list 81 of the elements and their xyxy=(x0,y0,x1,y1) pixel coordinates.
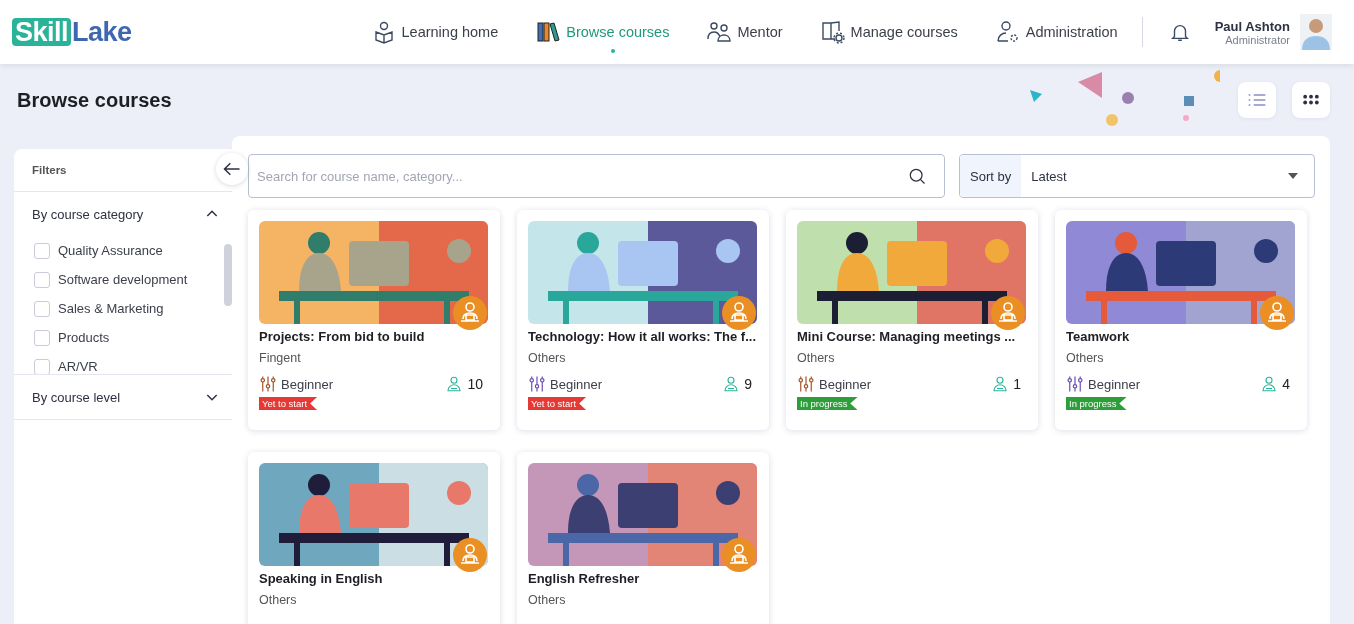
status-ribbon: In progress xyxy=(797,397,858,410)
instructor-led-icon xyxy=(991,296,1025,330)
checkbox-label: Sales & Marketing xyxy=(58,301,164,316)
course-card[interactable]: Technology: How it all works: The f... Others Beginner 9 Yet to start xyxy=(517,210,769,430)
sliders-icon xyxy=(797,375,815,393)
course-title: Mini Course: Managing meetings ... xyxy=(797,329,1017,344)
logo-part: Skill xyxy=(12,18,72,46)
learner-icon xyxy=(1260,375,1279,393)
books-icon xyxy=(536,20,561,44)
sliders-icon xyxy=(528,375,546,393)
checkbox-label: Quality Assurance xyxy=(58,243,163,258)
checkbox[interactable] xyxy=(34,358,50,374)
checkbox[interactable] xyxy=(34,300,50,317)
learner-icon xyxy=(991,375,1010,393)
status-ribbon: Yet to start xyxy=(259,397,318,410)
course-title: Teamwork xyxy=(1066,329,1131,344)
course-title: Technology: How it all works: The f... xyxy=(528,329,757,344)
logo-part: Lake xyxy=(72,16,132,48)
instructor-led-icon xyxy=(722,538,756,572)
checkbox[interactable] xyxy=(34,242,50,259)
checkbox-label: Products xyxy=(58,330,110,345)
nav-link[interactable]: Browse courses xyxy=(536,10,670,54)
sort-dropdown[interactable]: Sort by Latest xyxy=(959,154,1315,198)
avatar[interactable] xyxy=(1300,14,1332,50)
course-card[interactable]: Speaking in English Others xyxy=(248,452,500,624)
scrollbar-thumb[interactable] xyxy=(224,244,232,306)
learner-icon xyxy=(722,375,741,393)
user-name: Paul Ashton xyxy=(1214,18,1290,34)
learner-count: 10 xyxy=(467,376,483,392)
course-level: Beginner xyxy=(550,376,603,392)
checkbox-label: Software development xyxy=(58,272,188,287)
course-card[interactable]: Mini Course: Managing meetings ... Others Beginner 1 In progress xyxy=(786,210,1038,430)
sliders-icon xyxy=(1066,375,1084,393)
caret-icon xyxy=(1288,173,1298,179)
instructor-led-icon xyxy=(722,296,756,330)
learner-count: 4 xyxy=(1282,376,1290,392)
nav-link[interactable]: Administration xyxy=(995,10,1118,54)
course-card[interactable]: Projects: From bid to build Fingent Beginner 10 Yet to start xyxy=(248,210,500,430)
learner-count: 9 xyxy=(744,376,752,392)
course-level: Beginner xyxy=(819,376,872,392)
filters-title: Filters xyxy=(32,164,67,176)
filter-section-header[interactable]: By course category xyxy=(14,192,232,236)
list-view-button[interactable] xyxy=(1238,82,1276,118)
user-role: Administrator xyxy=(1224,33,1290,46)
status-ribbon: Yet to start xyxy=(528,397,587,410)
page-title: Browse courses xyxy=(17,88,172,112)
search-icon xyxy=(907,166,927,186)
checkbox-label: AR/VR xyxy=(58,359,98,374)
people-icon xyxy=(707,20,732,44)
search-field[interactable]: Search for course name, category... xyxy=(248,154,945,198)
user-gear-icon xyxy=(995,20,1020,44)
course-title: Projects: From bid to build xyxy=(259,329,426,344)
collapse-button[interactable] xyxy=(216,153,248,185)
nav-link[interactable]: Mentor xyxy=(707,10,783,54)
course-category: Others xyxy=(1066,351,1105,365)
course-title: English Refresher xyxy=(528,571,641,586)
nav-link[interactable]: Manage courses xyxy=(820,10,958,54)
course-level: Beginner xyxy=(281,376,334,392)
course-category: Others xyxy=(259,593,298,607)
instructor-led-icon xyxy=(1260,296,1294,330)
learner-count: 1 xyxy=(1013,376,1021,392)
logo[interactable]: Skill Lake xyxy=(12,16,132,48)
sliders-icon xyxy=(259,375,277,393)
book-gear-icon xyxy=(820,20,845,44)
checkbox[interactable] xyxy=(34,329,50,346)
course-category: Fingent xyxy=(259,351,302,365)
status-ribbon: In progress xyxy=(1066,397,1127,410)
course-category: Others xyxy=(528,351,567,365)
nav-link[interactable]: Learning home xyxy=(371,10,499,54)
instructor-led-icon xyxy=(453,296,487,330)
learner-icon xyxy=(445,375,464,393)
course-category: Others xyxy=(797,351,836,365)
course-level: Beginner xyxy=(1088,376,1141,392)
course-title: Speaking in English xyxy=(259,571,384,586)
course-card[interactable]: English Refresher Others xyxy=(517,452,769,624)
checkbox[interactable] xyxy=(34,271,50,288)
course-card[interactable]: Teamwork Others Beginner 4 In progress xyxy=(1055,210,1307,430)
course-category: Others xyxy=(528,593,567,607)
filter-section-header[interactable]: By course level xyxy=(14,375,232,419)
grid-view-button[interactable] xyxy=(1292,82,1330,118)
instructor-led-icon xyxy=(453,538,487,572)
